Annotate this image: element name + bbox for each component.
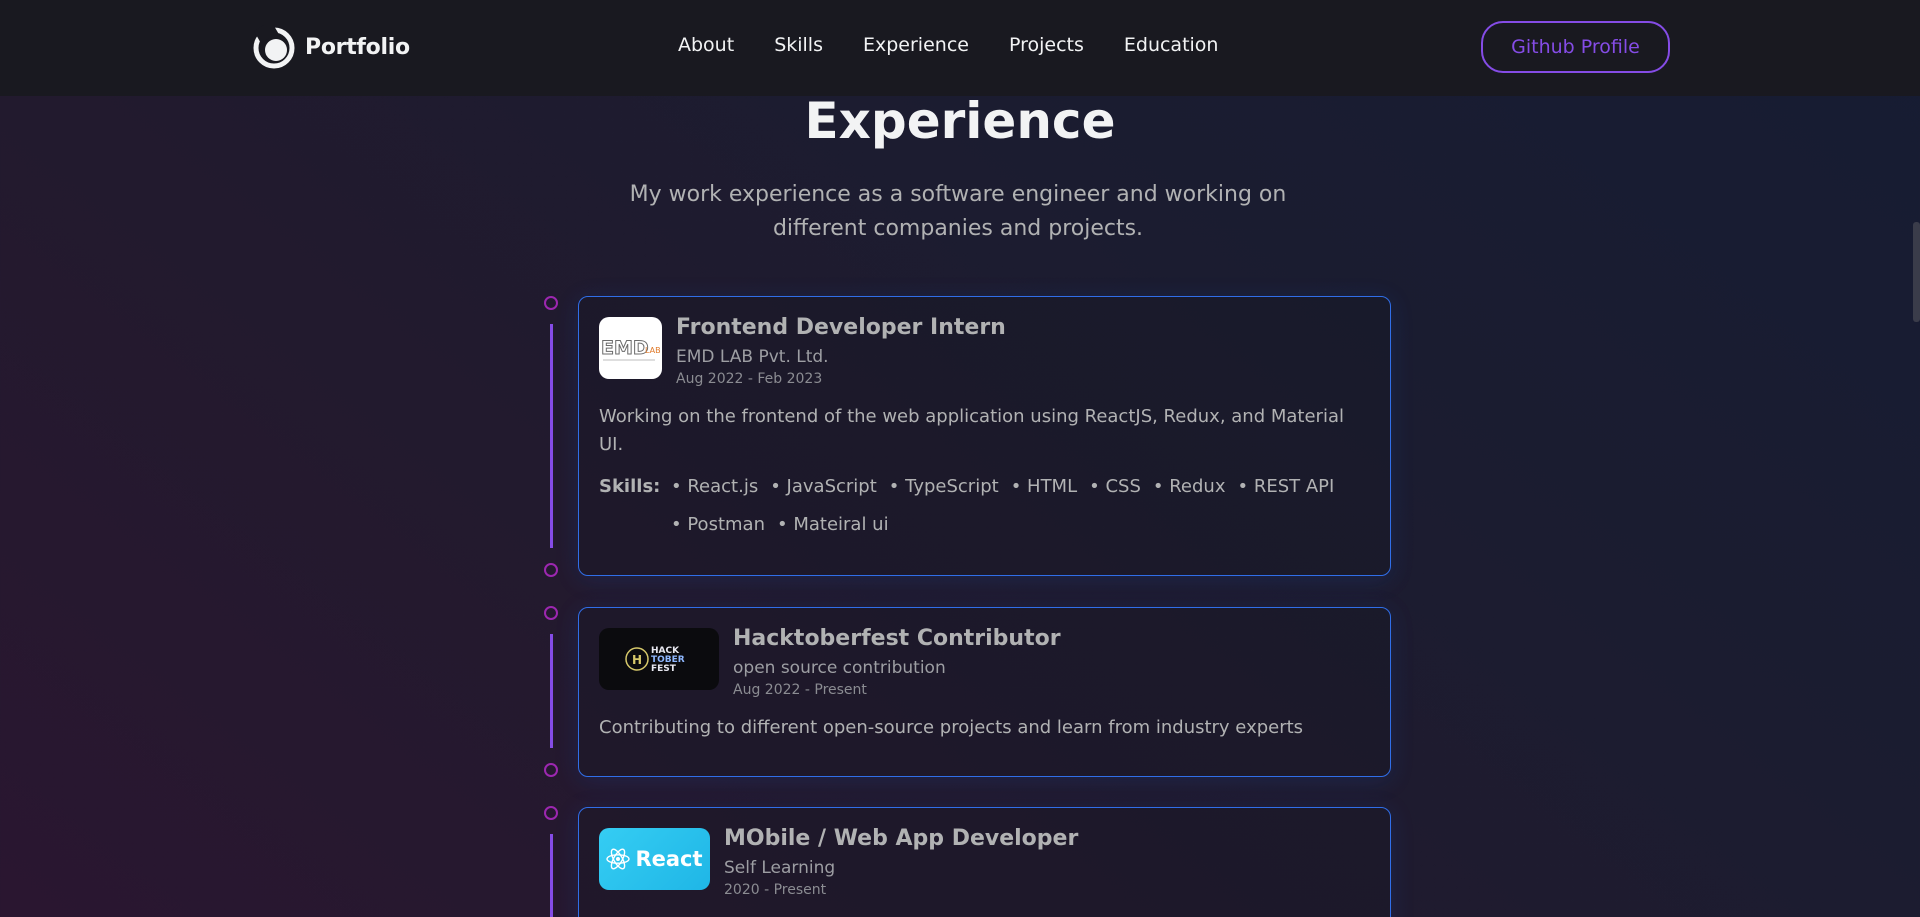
nav-link-skills[interactable]: Skills	[774, 34, 823, 56]
experience-header: Frontend Developer Intern EMD LAB Pvt. L…	[676, 315, 1006, 387]
timeline-dot	[544, 296, 558, 310]
brand-link[interactable]: Portfolio	[253, 25, 410, 69]
portfolio-logo-icon	[253, 25, 295, 69]
react-atom-icon	[606, 848, 631, 870]
experience-header: Hacktoberfest Contributor open source co…	[733, 626, 1061, 698]
timeline-dot	[544, 606, 558, 620]
company-logo: React	[599, 828, 710, 890]
react-logo-text: React	[635, 847, 703, 871]
emd-lab-logo-icon: EMD LAB	[601, 337, 661, 361]
company-logo: H HACK TOBER FEST	[599, 628, 719, 690]
nav-link-experience[interactable]: Experience	[863, 34, 969, 56]
logo-lab-text: LAB	[645, 346, 661, 355]
timeline-connector	[550, 834, 553, 917]
experience-card[interactable]: React MObile / Web App Developer Self Le…	[578, 807, 1391, 917]
brand-name: Portfolio	[305, 34, 410, 60]
skill-item: • JavaScript	[770, 476, 877, 497]
role-title: Hacktoberfest Contributor	[733, 626, 1061, 651]
section-description: My work experience as a software enginee…	[629, 182, 1287, 241]
github-profile-button[interactable]: Github Profile	[1481, 21, 1670, 73]
company-name: EMD LAB Pvt. Ltd.	[676, 347, 829, 367]
skill-item: • React.js	[671, 476, 759, 497]
skill-item: • Redux	[1152, 476, 1226, 497]
experience-description: Working on the frontend of the web appli…	[599, 406, 1344, 455]
svg-text:H: H	[632, 653, 642, 667]
company-name: open source contribution	[733, 658, 946, 678]
nav-menu: About Skills Experience Projects Educati…	[678, 34, 1218, 56]
scrollbar-thumb[interactable]	[1913, 222, 1920, 322]
skill-item: • TypeScript	[888, 476, 999, 497]
timeline-connector	[550, 634, 553, 748]
timeline-dot	[544, 563, 558, 577]
experience-header: MObile / Web App Developer Self Learning…	[724, 826, 1079, 898]
hacktoberfest-logo-icon: H HACK TOBER FEST	[625, 646, 685, 674]
nav-link-about[interactable]: About	[678, 34, 734, 56]
section-title: Experience	[804, 92, 1116, 150]
company-name: Self Learning	[724, 858, 836, 878]
timeline-dot	[544, 806, 558, 820]
experience-description: Contributing to different open-source pr…	[599, 717, 1304, 738]
date-range: Aug 2022 - Feb 2023	[676, 371, 823, 387]
role-title: Frontend Developer Intern	[676, 315, 1006, 340]
skill-item: • Postman	[671, 514, 765, 535]
skills-row: Skills: • React.js • JavaScript • TypeSc…	[579, 474, 1390, 538]
company-logo: EMD LAB	[599, 317, 662, 379]
skill-item: • CSS	[1089, 476, 1141, 497]
nav-link-education[interactable]: Education	[1124, 34, 1219, 56]
hack-line-3: FEST	[651, 664, 677, 674]
date-range: 2020 - Present	[724, 882, 827, 898]
timeline-dot	[544, 763, 558, 777]
experience-card[interactable]: EMD LAB Frontend Developer Intern EMD LA…	[578, 296, 1391, 576]
skill-list: • React.js • JavaScript • TypeScript • H…	[671, 474, 1370, 538]
skills-label: Skills:	[599, 476, 661, 497]
navbar: Portfolio About Skills Experience Projec…	[0, 0, 1920, 96]
skill-item: • HTML	[1010, 476, 1078, 497]
skill-item: • Mateiral ui	[776, 514, 889, 535]
experience-card[interactable]: H HACK TOBER FEST Hacktoberfest Contribu…	[578, 607, 1391, 777]
timeline-connector	[550, 324, 553, 548]
nav-link-projects[interactable]: Projects	[1009, 34, 1084, 56]
skill-item: • REST API	[1237, 476, 1335, 497]
role-title: MObile / Web App Developer	[724, 826, 1079, 851]
date-range: Aug 2022 - Present	[733, 682, 867, 698]
logo-emd-text: EMD	[601, 337, 649, 359]
